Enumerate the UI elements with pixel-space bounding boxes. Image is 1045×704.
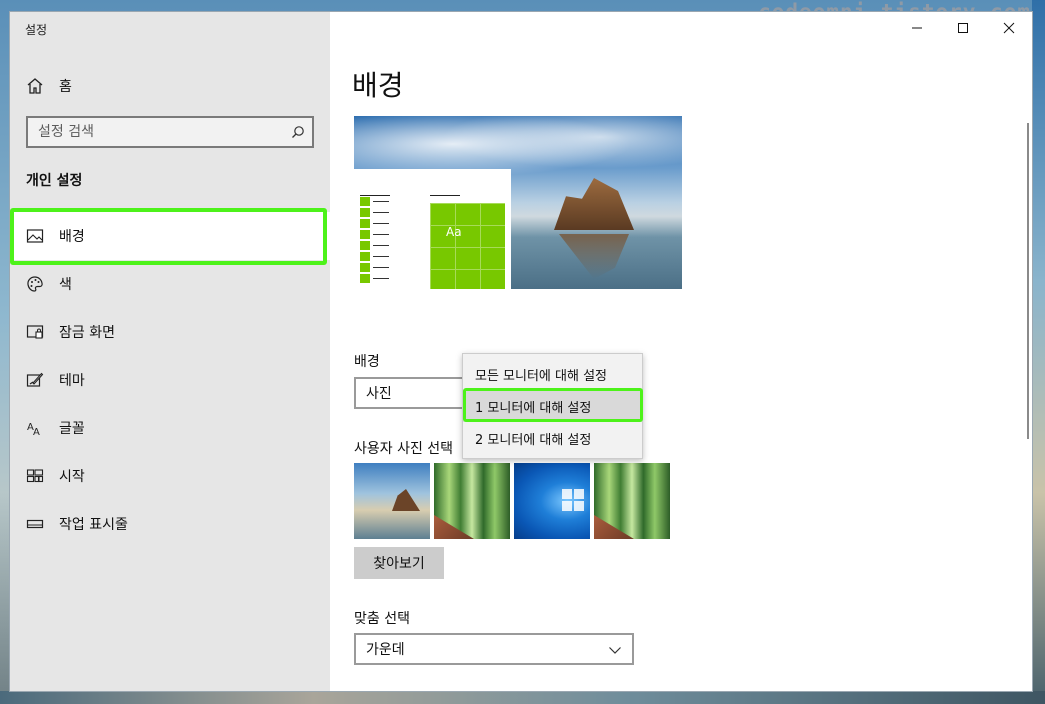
search-icon[interactable] (284, 125, 312, 139)
sidebar-item-label: 글꼴 (59, 421, 85, 437)
maximize-button[interactable] (940, 12, 986, 44)
background-label: 배경 (354, 354, 380, 370)
preview-sample-text: Aa (446, 225, 462, 239)
close-button[interactable] (986, 12, 1032, 44)
background-type-value: 사진 (366, 386, 392, 402)
photo-thumbnail[interactable] (594, 463, 670, 539)
settings-window: 설정 홈 개인 설정 배경 색 잠금 화면 테마 (10, 12, 1032, 691)
sidebar-item-color[interactable]: 색 (10, 260, 330, 308)
menu-item-monitor-1[interactable]: 1 모니터에 대해 설정 (463, 390, 642, 422)
fit-value: 가운데 (366, 642, 405, 658)
menu-item-all-monitors[interactable]: 모든 모니터에 대해 설정 (463, 358, 642, 390)
preview-tile-grid (430, 203, 505, 289)
main-content: 배경 Aa 배경 사진 사용자 사진 선택 찾아보기 맞춤 선택 가운데 모든 … (330, 12, 1032, 691)
background-preview: Aa (354, 116, 682, 289)
chevron-down-icon (609, 647, 621, 654)
sidebar: 설정 홈 개인 설정 배경 색 잠금 화면 테마 (10, 12, 330, 691)
window-title: 설정 (25, 23, 48, 37)
photo-thumbnail[interactable] (354, 463, 430, 539)
choose-photo-label: 사용자 사진 선택 (354, 441, 454, 457)
fit-label: 맞춤 선택 (354, 611, 410, 627)
fit-select[interactable]: 가운데 (354, 633, 634, 665)
minimize-button[interactable] (894, 12, 940, 44)
sidebar-item-label: 배경 (59, 229, 85, 245)
photo-thumbnail[interactable] (434, 463, 510, 539)
minimize-icon (912, 27, 922, 29)
preview-start-list (360, 197, 389, 285)
svg-text:A: A (33, 427, 40, 437)
sidebar-item-lock-screen[interactable]: 잠금 화면 (10, 308, 330, 356)
picture-icon (26, 229, 44, 243)
preview-line (430, 195, 460, 196)
scrollbar[interactable] (1027, 123, 1029, 439)
sidebar-item-label: 작업 표시줄 (59, 517, 128, 533)
browse-button[interactable]: 찾아보기 (354, 547, 444, 579)
search-box[interactable] (26, 116, 314, 148)
window-controls (894, 12, 1032, 44)
taskbar-icon (26, 519, 44, 529)
section-title: 개인 설정 (26, 173, 83, 189)
maximize-icon (958, 23, 968, 33)
sidebar-item-start[interactable]: 시작 (10, 452, 330, 500)
start-tiles-icon (26, 469, 44, 483)
sidebar-item-label: 시작 (59, 469, 85, 485)
sidebar-item-fonts[interactable]: AA 글꼴 (10, 404, 330, 452)
close-icon (1003, 22, 1015, 34)
preview-sample-window: Aa (354, 169, 511, 289)
home-label: 홈 (59, 79, 72, 95)
sidebar-item-theme[interactable]: 테마 (10, 356, 330, 404)
sidebar-item-label: 색 (59, 277, 72, 293)
desktop-background (1032, 0, 1045, 704)
menu-item-monitor-2[interactable]: 2 모니터에 대해 설정 (463, 422, 642, 454)
photo-thumbnail[interactable] (514, 463, 590, 539)
sidebar-item-taskbar[interactable]: 작업 표시줄 (10, 500, 330, 548)
preview-start-tiles: Aa (430, 203, 505, 289)
page-title: 배경 (352, 69, 404, 102)
preview-rock-reflection (559, 234, 629, 279)
sidebar-item-label: 잠금 화면 (59, 325, 115, 341)
palette-icon (27, 276, 43, 292)
sidebar-item-background[interactable]: 배경 (10, 212, 330, 260)
search-input[interactable] (28, 118, 284, 146)
home-link[interactable]: 홈 (26, 74, 72, 98)
theme-brush-icon (26, 372, 44, 387)
sidebar-item-label: 테마 (59, 373, 85, 389)
home-icon (27, 78, 43, 94)
monitor-context-menu: 모든 모니터에 대해 설정 1 모니터에 대해 설정 2 모니터에 대해 설정 (462, 353, 643, 459)
font-icon: AA (27, 422, 40, 437)
lock-screen-icon (26, 325, 44, 339)
preview-line (360, 195, 390, 196)
desktop-background-bottom (0, 691, 1045, 704)
